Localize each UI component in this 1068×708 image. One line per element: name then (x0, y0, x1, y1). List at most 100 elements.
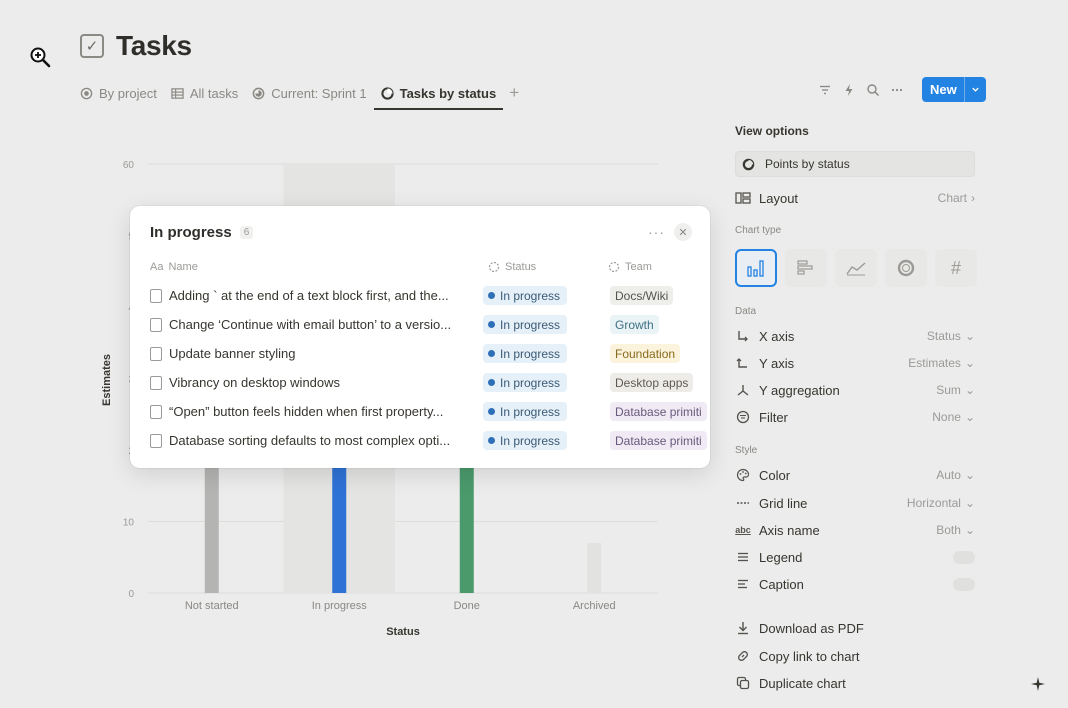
tab-tasks-by-status[interactable]: Tasks by status (373, 78, 504, 110)
x-tick-label: Archived (573, 600, 616, 612)
more-icon[interactable]: ··· (648, 224, 665, 240)
team-tag: Growth (610, 315, 659, 334)
team-property-icon (608, 261, 620, 273)
task-name: Database sorting defaults to most comple… (169, 433, 451, 448)
style-section-label: Style (735, 445, 758, 456)
download-pdf-button[interactable]: Download as PDF (735, 617, 975, 639)
new-button[interactable]: New (922, 77, 986, 102)
checkbox-icon: ✓ (80, 34, 104, 58)
line-chart-icon (846, 262, 866, 276)
tab-current-sprint[interactable]: Current: Sprint 1 (245, 78, 373, 108)
team-tag: Foundation (610, 344, 681, 363)
status-badge: In progress (483, 315, 568, 334)
add-view-button[interactable]: + (503, 83, 525, 103)
popup-task-list: Adding ` at the end of a text block firs… (150, 281, 710, 455)
search-icon[interactable] (866, 83, 880, 97)
column-header-team[interactable]: Team (608, 261, 652, 273)
tab-by-project[interactable]: By project (80, 78, 164, 108)
page-icon (150, 433, 162, 448)
status-badge: In progress (483, 286, 568, 305)
lightning-icon[interactable] (842, 83, 856, 97)
color-option[interactable]: Color Auto ⌄ (735, 464, 975, 486)
link-icon (735, 648, 751, 664)
team-tag: Docs/Wiki (610, 286, 674, 305)
donut-chart-icon (897, 259, 915, 277)
close-icon[interactable]: ✕ (674, 223, 692, 241)
chevron-down-icon: ⌄ (964, 329, 975, 343)
axis-name-option[interactable]: abc Axis name Both ⌄ (735, 519, 975, 541)
more-icon[interactable] (890, 83, 904, 97)
status-badge: In progress (483, 373, 568, 392)
chevron-down-icon: ⌄ (964, 496, 975, 510)
status-badge: In progress (483, 402, 568, 421)
target-icon (80, 87, 93, 99)
sprint-icon (252, 87, 265, 99)
table-row[interactable]: Vibrancy on desktop windows In progress … (150, 368, 710, 397)
status-badge: In progress (483, 344, 568, 363)
table-row[interactable]: Change ‘Continue with email button’ to a… (150, 310, 710, 339)
vertical-bar-chart-option[interactable] (735, 249, 777, 287)
sparkle-icon[interactable] (1030, 676, 1046, 692)
page-title[interactable]: Tasks (116, 30, 192, 62)
in-progress-popup: In progress 6 ··· ✕ Aa Name Status Team … (130, 206, 710, 468)
copy-link-button[interactable]: Copy link to chart (735, 645, 975, 667)
status-dot-icon (488, 379, 495, 386)
popup-count-badge: 6 (239, 226, 254, 239)
x-axis-icon (735, 328, 751, 344)
page-icon (150, 317, 162, 332)
caption-toggle[interactable] (953, 577, 975, 591)
y-aggregation-option[interactable]: Y aggregation Sum ⌄ (735, 379, 975, 401)
y-tick-label: 60 (123, 160, 135, 171)
palette-icon (735, 467, 751, 483)
task-name: “Open” button feels hidden when first pr… (169, 404, 444, 419)
tab-label: Tasks by status (399, 85, 497, 101)
panel-title: View options (735, 124, 809, 138)
number-chart-option[interactable]: # (935, 249, 977, 287)
filter-icon[interactable] (818, 83, 832, 97)
view-tabs: By project All tasks Current: Sprint 1 T… (80, 78, 525, 110)
table-row[interactable]: “Open” button feels hidden when first pr… (150, 397, 710, 426)
chart-type-label: Chart type (735, 225, 782, 236)
table-row[interactable]: Adding ` at the end of a text block firs… (150, 281, 710, 310)
chevron-down-icon[interactable] (964, 77, 986, 102)
grid-line-option[interactable]: Grid line Horizontal ⌄ (735, 492, 975, 514)
horizontal-bar-chart-option[interactable] (785, 249, 827, 287)
legend-option[interactable]: Legend (735, 546, 975, 568)
status-dot-icon (488, 408, 495, 415)
line-chart-option[interactable] (835, 249, 877, 287)
page-header: ✓ Tasks (80, 30, 192, 62)
chevron-right-icon: › (971, 191, 975, 205)
list-icon (735, 549, 751, 565)
layout-option[interactable]: Layout Chart › (735, 187, 975, 209)
duplicate-icon (735, 675, 751, 691)
donut-chart-option[interactable] (885, 249, 927, 287)
chart-icon (742, 158, 755, 170)
abc-icon: abc (735, 525, 751, 535)
view-name-input[interactable]: Points by status (735, 151, 975, 177)
duplicate-chart-button[interactable]: Duplicate chart (735, 672, 975, 694)
column-header-name[interactable]: Aa Name (150, 261, 198, 273)
status-badge: In progress (483, 431, 568, 450)
x-tick-label: Done (454, 600, 480, 612)
x-axis-option[interactable]: X axis Status ⌄ (735, 325, 975, 347)
table-row[interactable]: Database sorting defaults to most comple… (150, 426, 710, 455)
tab-label: By project (99, 85, 157, 101)
column-header-status[interactable]: Status (488, 261, 536, 273)
chart-type-selector: # (735, 249, 977, 287)
task-name: Change ‘Continue with email button’ to a… (169, 317, 452, 332)
popup-header: In progress 6 (150, 224, 254, 241)
tab-label: Current: Sprint 1 (271, 85, 367, 101)
status-property-icon (488, 261, 500, 273)
caption-option[interactable]: Caption (735, 573, 975, 595)
grid-line-icon (735, 495, 751, 511)
table-row[interactable]: Update banner styling In progress Founda… (150, 339, 710, 368)
task-name: Update banner styling (169, 346, 296, 361)
filter-option[interactable]: Filter None ⌄ (735, 406, 975, 428)
legend-toggle[interactable] (953, 550, 975, 564)
status-dot-icon (488, 292, 495, 299)
chevron-down-icon: ⌄ (964, 410, 975, 424)
y-axis-option[interactable]: Y axis Estimates ⌄ (735, 352, 975, 374)
team-tag: Database primiti (610, 431, 707, 450)
page-icon (150, 375, 162, 390)
tab-all-tasks[interactable]: All tasks (164, 78, 245, 108)
